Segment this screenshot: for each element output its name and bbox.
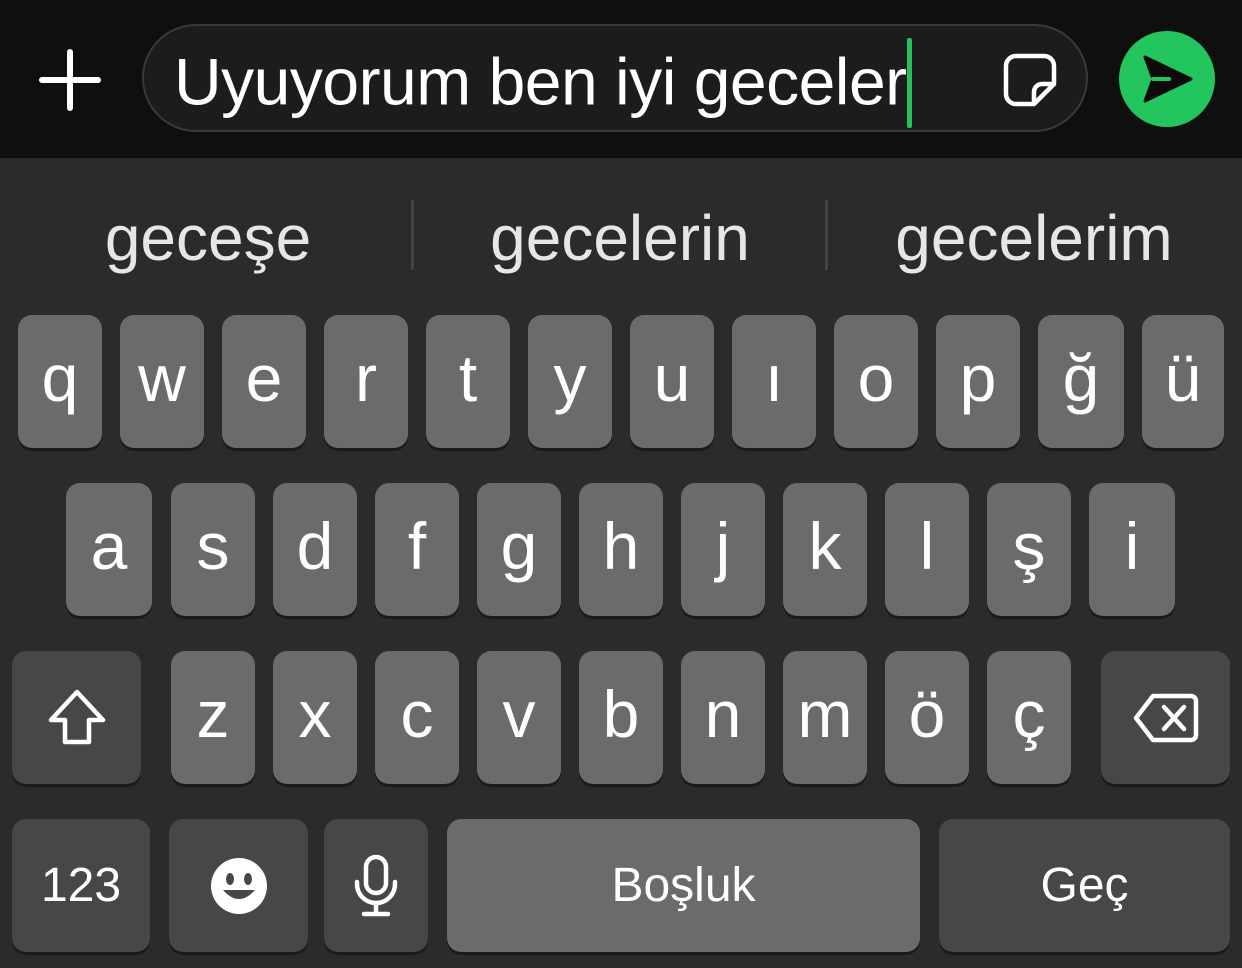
key-label: n [704, 676, 742, 751]
key-v[interactable]: v [477, 651, 561, 784]
key-dotless-i[interactable]: ı [732, 315, 816, 448]
key-p[interactable]: p [936, 315, 1020, 448]
key-label: a [90, 508, 128, 583]
shift-key[interactable] [12, 651, 141, 784]
send-button[interactable] [1119, 31, 1215, 127]
message-text-wrap: Uyuyorum ben iyi geceler [174, 38, 912, 128]
key-label: z [196, 676, 230, 751]
key-a[interactable]: a [66, 483, 152, 616]
key-label: c [400, 676, 434, 751]
key-h[interactable]: h [579, 483, 663, 616]
key-y[interactable]: y [528, 315, 612, 448]
key-s[interactable]: s [171, 483, 255, 616]
key-k[interactable]: k [783, 483, 867, 616]
key-label: g [500, 508, 538, 583]
key-x[interactable]: x [273, 651, 357, 784]
key-label: e [245, 340, 283, 415]
key-label: ü [1164, 340, 1202, 415]
key-z[interactable]: z [171, 651, 255, 784]
key-o-umlaut[interactable]: ö [885, 651, 969, 784]
key-label: ş [1012, 508, 1046, 583]
key-label: q [41, 340, 79, 415]
sticker-button[interactable] [1002, 52, 1058, 108]
key-j[interactable]: j [681, 483, 765, 616]
key-e[interactable]: e [222, 315, 306, 448]
key-label: m [797, 676, 853, 751]
text-caret [906, 38, 912, 128]
space-key[interactable]: Boşluk [447, 819, 920, 952]
key-l[interactable]: l [885, 483, 969, 616]
key-label: l [919, 508, 935, 583]
suggestion-3[interactable]: gecelerim [856, 198, 1212, 278]
key-label: j [715, 508, 731, 583]
suggestion-divider [411, 200, 414, 270]
attach-button[interactable] [30, 40, 110, 120]
key-label: t [458, 340, 478, 415]
key-d[interactable]: d [273, 483, 357, 616]
backspace-icon [1133, 693, 1198, 742]
key-o[interactable]: o [834, 315, 918, 448]
key-label: r [355, 340, 377, 415]
send-icon [1143, 55, 1193, 103]
key-f[interactable]: f [375, 483, 459, 616]
suggestion-divider [825, 200, 828, 270]
return-label: Geç [1040, 859, 1129, 912]
key-label: d [296, 508, 334, 583]
key-label: y [553, 340, 587, 415]
compose-bar: Uyuyorum ben iyi geceler [0, 0, 1242, 158]
message-text: Uyuyorum ben iyi geceler [174, 44, 907, 119]
key-m[interactable]: m [783, 651, 867, 784]
suggestion-1[interactable]: geceşe [40, 198, 376, 278]
key-label: x [298, 676, 332, 751]
key-s-cedilla[interactable]: ş [987, 483, 1071, 616]
key-t[interactable]: t [426, 315, 510, 448]
microphone-icon [354, 854, 398, 916]
key-label: ı [764, 340, 784, 415]
key-c[interactable]: c [375, 651, 459, 784]
key-label: o [857, 340, 895, 415]
numbers-key[interactable]: 123 [12, 819, 150, 952]
backspace-key[interactable] [1101, 651, 1230, 784]
key-q[interactable]: q [18, 315, 102, 448]
key-label: i [1124, 508, 1140, 583]
key-label: k [808, 508, 842, 583]
suggestion-bar: geceşe gecelerin gecelerim [0, 158, 1242, 310]
space-label: Boşluk [611, 859, 756, 912]
key-label: f [407, 508, 427, 583]
key-g-breve[interactable]: ğ [1038, 315, 1124, 448]
dictation-key[interactable] [324, 819, 428, 952]
key-r[interactable]: r [324, 315, 408, 448]
message-input[interactable]: Uyuyorum ben iyi geceler [142, 24, 1088, 132]
numbers-label: 123 [40, 859, 122, 912]
key-label: ö [908, 676, 946, 751]
key-label: s [196, 508, 230, 583]
key-label: b [602, 676, 640, 751]
key-label: p [959, 340, 997, 415]
key-b[interactable]: b [579, 651, 663, 784]
emoji-key[interactable] [169, 819, 308, 952]
key-i[interactable]: i [1089, 483, 1175, 616]
key-c-cedilla[interactable]: ç [987, 651, 1071, 784]
key-label: h [602, 508, 640, 583]
key-u[interactable]: u [630, 315, 714, 448]
return-key[interactable]: Geç [939, 819, 1230, 952]
key-n[interactable]: n [681, 651, 765, 784]
key-u-umlaut[interactable]: ü [1142, 315, 1224, 448]
key-label: u [653, 340, 691, 415]
key-w[interactable]: w [120, 315, 204, 448]
key-g[interactable]: g [477, 483, 561, 616]
plus-icon [39, 49, 101, 111]
key-label: ç [1012, 676, 1046, 751]
emoji-icon [210, 857, 267, 914]
key-label: v [502, 676, 536, 751]
key-label: ğ [1062, 340, 1100, 415]
shift-arrow-icon [48, 689, 105, 744]
key-label: w [138, 340, 186, 415]
sticker-icon [1003, 53, 1057, 107]
suggestion-2[interactable]: gecelerin [440, 198, 800, 278]
